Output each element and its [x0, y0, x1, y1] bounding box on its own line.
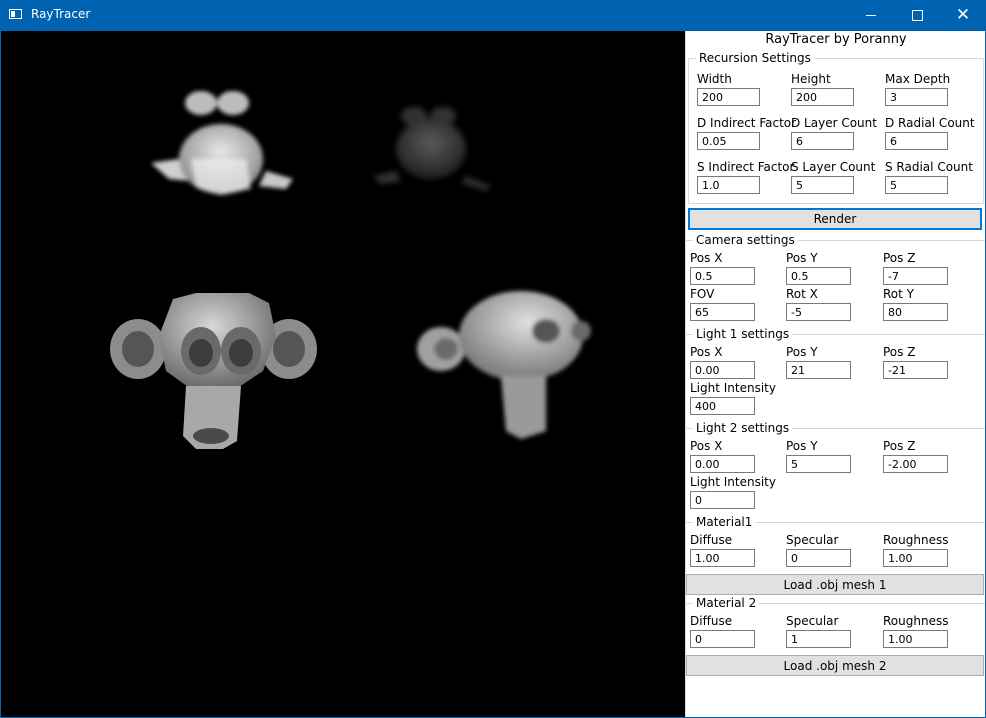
fov-label: FOV [690, 287, 715, 301]
maximize-button[interactable] [894, 0, 940, 31]
title-bar[interactable]: RayTracer ✕ [0, 0, 986, 31]
s-indirect-factor-label: S Indirect Factor [697, 160, 795, 174]
material1-group: Material1 Diffuse Specular Roughness [686, 515, 986, 573]
camera-pos-z-input[interactable] [883, 267, 948, 285]
panel-title: RayTracer by Poranny [765, 32, 907, 47]
load-mesh-2-button[interactable]: Load .obj mesh 2 [686, 655, 984, 676]
material2-label: Material 2 [693, 596, 760, 610]
d-layer-count-label: D Layer Count [791, 116, 877, 130]
maximize-icon [911, 10, 923, 21]
app-icon [9, 9, 22, 19]
render-button[interactable]: Render [688, 208, 982, 230]
light1-pos-y-label: Pos Y [786, 345, 818, 359]
rendered-mesh-top-right [373, 107, 491, 191]
light1-settings-label: Light 1 settings [693, 327, 793, 341]
recursion-settings-label: Recursion Settings [696, 51, 814, 65]
light2-intensity-label: Light Intensity [690, 475, 776, 489]
material2-group: Material 2 Diffuse Specular Roughness [686, 596, 986, 654]
rot-x-label: Rot X [786, 287, 818, 301]
minimize-icon [866, 15, 876, 16]
s-indirect-factor-input[interactable] [697, 176, 760, 194]
settings-panel: RayTracer by Poranny Recursion Settings … [685, 31, 986, 717]
camera-settings-group: Camera settings Pos X Pos Y Pos Z FOV Ro… [686, 233, 986, 325]
material2-diffuse-input[interactable] [690, 630, 755, 648]
load-mesh-1-button[interactable]: Load .obj mesh 1 [686, 574, 984, 595]
rot-y-label: Rot Y [883, 287, 914, 301]
material2-specular-label: Specular [786, 614, 839, 628]
light1-settings-group: Light 1 settings Pos X Pos Y Pos Z Light… [686, 327, 986, 419]
d-indirect-factor-label: D Indirect Factor [697, 116, 797, 130]
camera-settings-label: Camera settings [693, 233, 798, 247]
render-image [110, 91, 591, 449]
light1-pos-x-input[interactable] [690, 361, 755, 379]
s-radial-count-input[interactable] [885, 176, 948, 194]
camera-pos-x-label: Pos X [690, 251, 723, 265]
close-icon: ✕ [955, 5, 971, 25]
rot-x-input[interactable] [786, 303, 851, 321]
light2-pos-y-input[interactable] [786, 455, 851, 473]
rendered-mesh-bottom-right [417, 291, 591, 439]
rendered-mesh-top-left [151, 91, 293, 195]
light2-pos-z-label: Pos Z [883, 439, 916, 453]
d-indirect-factor-input[interactable] [697, 132, 760, 150]
camera-pos-z-label: Pos Z [883, 251, 916, 265]
height-label: Height [791, 72, 831, 86]
minimize-button[interactable] [848, 0, 894, 31]
recursion-settings-group: Recursion Settings Width Height Max Dept… [688, 51, 984, 204]
material1-diffuse-label: Diffuse [690, 533, 733, 547]
width-input[interactable] [697, 88, 760, 106]
d-radial-count-label: D Radial Count [885, 116, 975, 130]
rot-y-input[interactable] [883, 303, 948, 321]
width-label: Width [697, 72, 732, 86]
height-input[interactable] [791, 88, 854, 106]
material1-specular-label: Specular [786, 533, 839, 547]
d-radial-count-input[interactable] [885, 132, 948, 150]
light2-settings-group: Light 2 settings Pos X Pos Y Pos Z Light… [686, 421, 986, 513]
camera-pos-y-label: Pos Y [786, 251, 818, 265]
material2-roughness-label: Roughness [883, 614, 949, 628]
material2-specular-input[interactable] [786, 630, 851, 648]
light1-intensity-label: Light Intensity [690, 381, 776, 395]
light1-intensity-input[interactable] [690, 397, 755, 415]
light2-pos-y-label: Pos Y [786, 439, 818, 453]
light2-intensity-input[interactable] [690, 491, 755, 509]
d-layer-count-input[interactable] [791, 132, 854, 150]
material1-roughness-label: Roughness [883, 533, 949, 547]
window-title: RayTracer [31, 7, 91, 21]
material1-roughness-input[interactable] [883, 549, 948, 567]
max-depth-input[interactable] [885, 88, 948, 106]
light2-pos-x-input[interactable] [690, 455, 755, 473]
material2-roughness-input[interactable] [883, 630, 948, 648]
raytracer-window: RayTracer ✕ RayTracer by Poranny Recursi… [0, 0, 986, 718]
light2-settings-label: Light 2 settings [693, 421, 793, 435]
close-button[interactable]: ✕ [940, 0, 986, 31]
camera-pos-y-input[interactable] [786, 267, 851, 285]
render-viewport [1, 31, 685, 717]
material2-diffuse-label: Diffuse [690, 614, 733, 628]
light1-pos-z-input[interactable] [883, 361, 948, 379]
fov-input[interactable] [690, 303, 755, 321]
light1-pos-z-label: Pos Z [883, 345, 916, 359]
s-layer-count-label: S Layer Count [791, 160, 876, 174]
light1-pos-y-input[interactable] [786, 361, 851, 379]
camera-pos-x-input[interactable] [690, 267, 755, 285]
material1-diffuse-input[interactable] [690, 549, 755, 567]
light2-pos-z-input[interactable] [883, 455, 948, 473]
s-layer-count-input[interactable] [791, 176, 854, 194]
material1-label: Material1 [693, 515, 756, 529]
light2-pos-x-label: Pos X [690, 439, 723, 453]
material1-specular-input[interactable] [786, 549, 851, 567]
s-radial-count-label: S Radial Count [885, 160, 973, 174]
light1-pos-x-label: Pos X [690, 345, 723, 359]
max-depth-label: Max Depth [885, 72, 951, 86]
rendered-mesh-bottom-left [110, 293, 317, 449]
